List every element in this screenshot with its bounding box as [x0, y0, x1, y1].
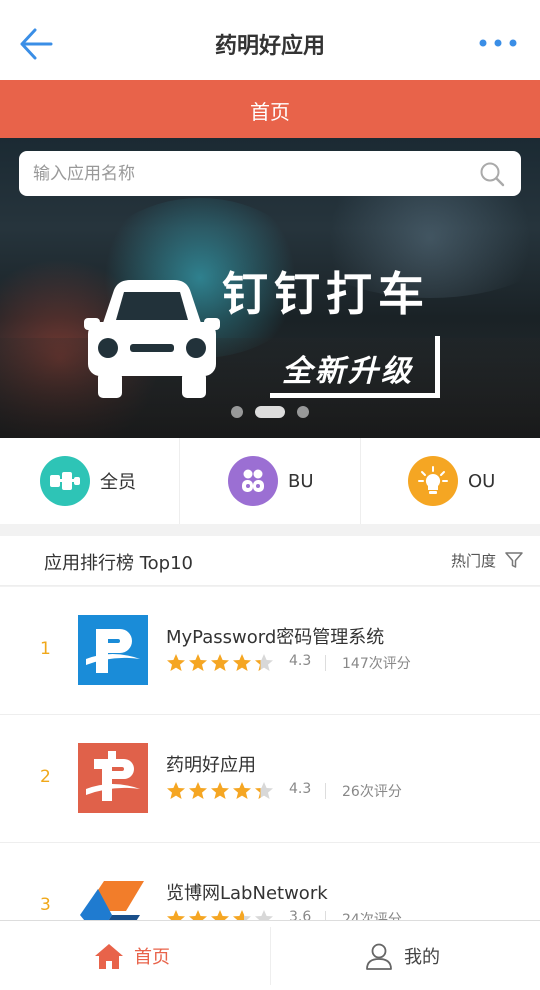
carousel-dot[interactable] [231, 406, 243, 418]
star-icon [255, 910, 273, 920]
star-icon [189, 654, 207, 671]
star-icon [167, 910, 185, 920]
review-count: 147次评分 [342, 656, 411, 672]
people-icon [40, 456, 90, 506]
rank-number: 3 [40, 895, 51, 915]
review-count: 26次评分 [342, 784, 402, 800]
carousel-dots [0, 406, 540, 418]
list-item[interactable]: 3 览博网LabNetwork 3.6 24次评分 [0, 843, 540, 920]
divider [360, 438, 361, 524]
search-icon[interactable] [479, 161, 505, 187]
category-all-staff[interactable]: 全员 [40, 438, 136, 524]
filter-icon[interactable] [504, 550, 524, 570]
divider [325, 783, 326, 799]
nav-mine[interactable]: 我的 [364, 921, 440, 990]
list-item[interactable]: 2 药明好应用 4.3 26次评分 [0, 715, 540, 843]
star-icon [255, 782, 273, 799]
sort-label[interactable]: 热门度 [451, 550, 496, 571]
star-icon [167, 654, 185, 671]
search-input[interactable] [33, 151, 473, 196]
star-icon [211, 654, 229, 671]
top-navbar: 药明好应用 [0, 0, 540, 80]
group-icon [228, 456, 278, 506]
labnetwork-app-icon [78, 871, 148, 920]
search-bar [19, 151, 521, 196]
star-icon [233, 654, 251, 671]
star-icon [255, 654, 273, 671]
page-title: 药明好应用 [214, 34, 325, 59]
bulb-icon [408, 456, 458, 506]
star-icon [167, 782, 185, 799]
rank-number: 1 [40, 639, 51, 659]
car-icon [84, 280, 220, 398]
banner-headline: 钉钉打车 [222, 267, 430, 321]
ranking-title: 应用排行榜 Top10 [44, 553, 194, 574]
user-icon [366, 943, 392, 970]
list-item[interactable]: 1 MyPassword密码管理系统 4.3 147次评分 [0, 587, 540, 715]
app-name: MyPassword密码管理系统 [166, 627, 385, 648]
app-score: 4.3 [289, 653, 312, 669]
bottom-navbar: 首页 我的 [0, 920, 540, 990]
star-icon [233, 910, 251, 920]
app-name: 药明好应用 [166, 755, 256, 776]
app-ranking-list: 1 MyPassword密码管理系统 4.3 147次评分 2 药明好应用 4.… [0, 587, 540, 920]
star-icon [233, 782, 251, 799]
tab-home[interactable]: 首页 [0, 80, 540, 138]
star-icon [189, 782, 207, 799]
divider [325, 911, 326, 920]
category-bu[interactable]: BU [228, 438, 314, 524]
carousel-dot-active[interactable] [255, 406, 285, 418]
banner-subline: 全新升级 [282, 354, 414, 389]
app-score: 3.6 [289, 909, 312, 920]
home-icon [95, 944, 123, 969]
star-icon [211, 910, 229, 920]
category-label: OU [468, 470, 496, 492]
tab-home-label: 首页 [250, 100, 290, 124]
review-count: 24次评分 [342, 912, 402, 920]
ranking-header: 应用排行榜 Top10 热门度 [0, 536, 540, 586]
app-screen: 药明好应用 首页 钉钉打车 全新升级 输入应用名称 全员 BU OU 应用排行榜… [0, 0, 540, 990]
nav-mine-label: 我的 [404, 947, 440, 968]
rank-number: 2 [40, 767, 51, 787]
star-icon [211, 782, 229, 799]
yaoming-app-icon [78, 743, 148, 813]
divider [270, 927, 271, 985]
carousel-dot[interactable] [297, 406, 309, 418]
divider [325, 655, 326, 671]
nav-home-label: 首页 [134, 947, 170, 968]
app-name: 览博网LabNetwork [166, 883, 328, 904]
mypassword-app-icon [78, 615, 148, 685]
nav-home[interactable]: 首页 [94, 921, 170, 990]
divider [179, 438, 180, 524]
category-label: BU [288, 470, 314, 492]
star-icon [189, 910, 207, 920]
category-row: 全员 BU OU [0, 438, 540, 524]
more-dots-icon[interactable] [478, 38, 518, 48]
category-ou[interactable]: OU [408, 438, 495, 524]
app-score: 4.3 [289, 781, 312, 797]
category-label: 全员 [100, 472, 136, 493]
